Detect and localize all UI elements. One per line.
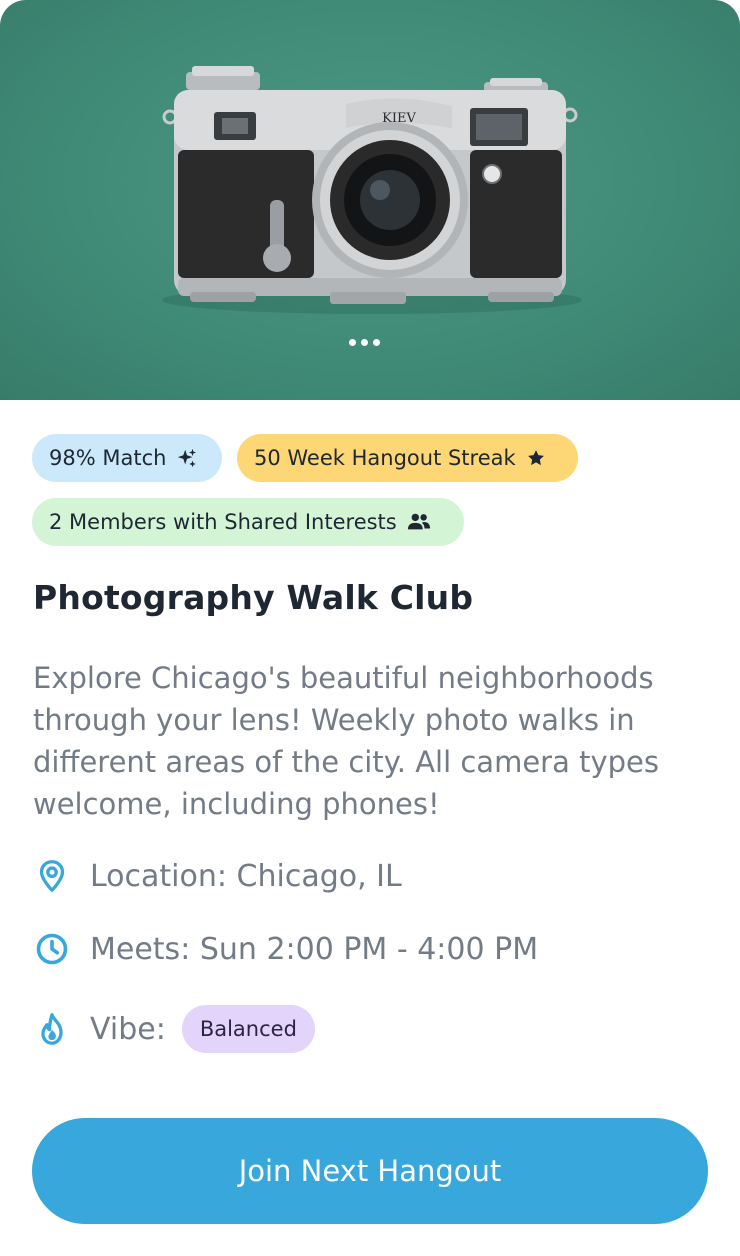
carousel-dot[interactable] [373,339,380,346]
hangout-card: KIEV 98% Match 50 Week Hangout Streak 2 … [0,0,740,1256]
carousel-dot[interactable] [349,339,356,346]
meeting-time-text: Meets: Sun 2:00 PM - 4:00 PM [90,931,539,967]
streak-tag: 50 Week Hangout Streak [237,434,578,482]
shared-interests-label: 2 Members with Shared Interests [49,510,397,534]
streak-tag-label: 50 Week Hangout Streak [254,446,516,470]
shared-interests-tag: 2 Members with Shared Interests [32,498,464,546]
match-tag: 98% Match [32,434,222,482]
vibe-row: Vibe: Balanced [34,1005,315,1053]
star-icon [526,448,546,468]
join-hangout-button[interactable]: Join Next Hangout [32,1118,708,1224]
group-description: Explore Chicago's beautiful neighborhood… [33,661,659,821]
group-title: Photography Walk Club [33,578,474,617]
meeting-time-row: Meets: Sun 2:00 PM - 4:00 PM [34,931,538,967]
carousel-dots[interactable] [349,339,380,346]
hero-image[interactable]: KIEV [0,0,740,400]
location-row: Location: Chicago, IL [34,858,402,894]
flame-icon [34,1011,70,1047]
location-pin-icon [34,858,70,894]
match-tag-label: 98% Match [49,446,167,470]
carousel-dot[interactable] [361,339,368,346]
vibe-badge: Balanced [181,1005,315,1053]
clock-icon [34,931,70,967]
location-text: Location: Chicago, IL [90,858,402,894]
sparkles-icon [176,447,198,469]
vibe-label: Vibe: [90,1011,166,1047]
people-icon [407,511,431,533]
